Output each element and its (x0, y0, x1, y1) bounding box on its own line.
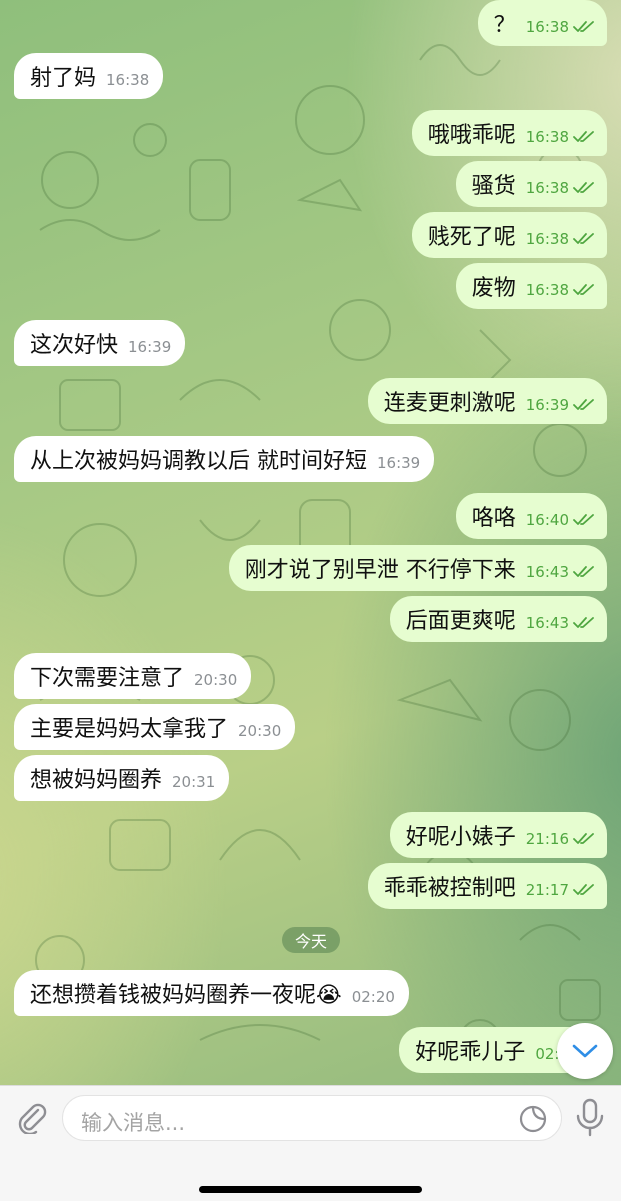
incoming-message[interactable]: 这次好快 16:39 (14, 320, 186, 366)
double-check-icon (573, 617, 594, 628)
double-check-icon (573, 233, 594, 244)
message-text: ？ (493, 13, 516, 38)
message-text: 主要是妈妈太拿我了 (30, 717, 229, 742)
double-check-icon (573, 21, 594, 32)
message-text: 哦哦乖呢 (427, 123, 516, 148)
outgoing-message[interactable]: 哦哦乖呢 16:38 (411, 110, 607, 156)
incoming-message[interactable]: 射了妈 16:38 (14, 53, 164, 99)
outgoing-message[interactable]: 后面更爽呢 16:43 (389, 596, 607, 642)
message-text: 从上次被妈妈调教以后 就时间好短 (30, 449, 367, 474)
double-check-icon (573, 399, 594, 410)
message-time: 16:38 (525, 128, 569, 146)
message-time: 16:39 (525, 396, 569, 414)
message-time: 16:43 (525, 563, 569, 581)
incoming-message[interactable]: 下次需要注意了 20:30 (14, 653, 252, 699)
message-text: 贱死了呢 (427, 225, 516, 250)
double-check-icon (573, 833, 594, 844)
sticker-icon[interactable] (519, 1105, 547, 1133)
message-time: 21:16 (525, 830, 569, 848)
message-text: 射了妈 (30, 66, 97, 91)
home-indicator (199, 1186, 422, 1193)
message-time: 20:30 (238, 722, 282, 740)
double-check-icon (573, 566, 594, 577)
outgoing-message[interactable]: 骚货 16:38 (455, 161, 607, 207)
outgoing-message[interactable]: 咯咯 16:40 (455, 493, 607, 539)
message-time: 16:38 (525, 179, 569, 197)
message-time: 16:43 (525, 614, 569, 632)
paperclip-icon[interactable] (14, 1100, 48, 1134)
double-check-icon (573, 131, 594, 142)
message-time: 21:17 (525, 881, 569, 899)
message-text: 废物 (471, 276, 516, 301)
incoming-message[interactable]: 想被妈妈圈养 20:31 (14, 755, 230, 801)
outgoing-message[interactable]: 好呢小婊子 21:16 (389, 812, 607, 858)
composer-bar: 输入消息... (0, 1085, 621, 1201)
chat-history[interactable]: ？ 16:38 射了妈 16:38 哦哦乖呢 16:38 骚货 16:38 贱死了呢 16:38 废… (0, 0, 621, 1085)
message-time: 16:38 (525, 281, 569, 299)
double-check-icon (573, 514, 594, 525)
double-check-icon (573, 182, 594, 193)
message-time: 16:38 (525, 230, 569, 248)
date-separator: 今天 (282, 927, 340, 953)
message-text: 这次好快 (30, 333, 119, 358)
double-check-icon (573, 284, 594, 295)
message-time: 20:31 (172, 773, 216, 791)
incoming-message[interactable]: 主要是妈妈太拿我了 20:30 (14, 704, 296, 750)
message-text: 好呢乖儿子 (415, 1040, 526, 1065)
message-input[interactable]: 输入消息... (62, 1095, 562, 1141)
message-text: 还想攒着钱被妈妈圈养一夜呢😭 (30, 983, 342, 1008)
outgoing-message[interactable]: 乖乖被控制吧 21:17 (367, 863, 607, 909)
message-time: 16:39 (377, 454, 421, 472)
message-text: 骚货 (471, 174, 516, 199)
message-time: 02:20 (351, 988, 395, 1006)
message-time: 16:40 (525, 511, 569, 529)
message-text: 好呢小婊子 (405, 825, 516, 850)
chevron-down-icon (572, 1044, 598, 1058)
message-text: 连麦更刺激呢 (383, 391, 516, 416)
scroll-to-bottom-button[interactable] (557, 1023, 613, 1079)
outgoing-message[interactable]: 废物 16:38 (455, 263, 607, 309)
microphone-icon[interactable] (574, 1098, 606, 1138)
message-time: 16:38 (106, 71, 150, 89)
double-check-icon (573, 884, 594, 895)
message-text: 咯咯 (471, 506, 516, 531)
message-time: 16:38 (525, 18, 569, 36)
message-time: 20:30 (194, 671, 238, 689)
incoming-message[interactable]: 从上次被妈妈调教以后 就时间好短 16:39 (14, 436, 435, 482)
incoming-message[interactable]: 还想攒着钱被妈妈圈养一夜呢😭 02:20 (14, 970, 409, 1016)
outgoing-message[interactable]: 贱死了呢 16:38 (411, 212, 607, 258)
message-text: 下次需要注意了 (30, 666, 185, 691)
message-text: 刚才说了别早泄 不行停下来 (244, 558, 516, 583)
message-input-placeholder: 输入消息... (81, 1111, 186, 1135)
message-time: 16:39 (128, 338, 172, 356)
outgoing-message[interactable]: ？ 16:38 (477, 0, 607, 46)
outgoing-message[interactable]: 刚才说了别早泄 不行停下来 16:43 (228, 545, 607, 591)
message-text: 后面更爽呢 (405, 609, 516, 634)
message-text: 想被妈妈圈养 (30, 768, 163, 793)
message-text: 乖乖被控制吧 (383, 876, 516, 901)
outgoing-message[interactable]: 连麦更刺激呢 16:39 (367, 378, 607, 424)
